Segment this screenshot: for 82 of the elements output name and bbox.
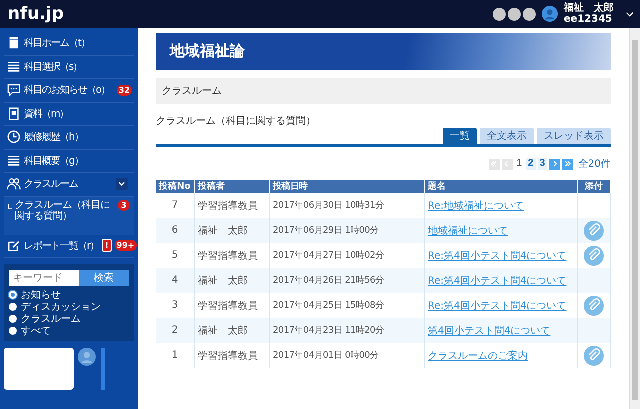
chat-icon bbox=[7, 83, 21, 98]
count-badge: 99+ bbox=[114, 240, 137, 252]
next-page-button[interactable] bbox=[549, 158, 560, 170]
sidebar-item[interactable]: レポート一覧（r） ! 99+ bbox=[4, 234, 134, 258]
paperclip-icon[interactable] bbox=[584, 346, 604, 366]
count-badge: 3 bbox=[118, 200, 130, 210]
site-logo: nfu.jp bbox=[8, 4, 64, 24]
sidebar-item[interactable]: 科目のお知らせ（o） 32 bbox=[4, 79, 134, 102]
table-cell: 4 bbox=[156, 268, 194, 293]
page-link[interactable]: 1 bbox=[514, 158, 524, 170]
sidebar-subitem[interactable]: クラスルーム（科目に関する質問） 3 bbox=[4, 196, 134, 234]
clock-icon bbox=[7, 130, 21, 144]
avatar-icon[interactable] bbox=[542, 6, 558, 22]
column-header: 投稿No bbox=[156, 180, 194, 193]
circle-icon[interactable] bbox=[523, 8, 536, 20]
list-icon bbox=[7, 60, 21, 74]
post-title-link[interactable]: Re:第4回小テスト問4について bbox=[428, 300, 567, 312]
tab[interactable]: 全文表示 bbox=[480, 128, 534, 144]
scroll-handle[interactable] bbox=[101, 348, 105, 390]
paperclip-icon[interactable] bbox=[584, 246, 604, 266]
table-cell: 福祉 太郎 bbox=[194, 218, 270, 243]
table-cell: 2017年04月23日 11時20分 bbox=[270, 318, 424, 343]
column-header: 添付 bbox=[578, 180, 610, 193]
avatar-icon bbox=[78, 348, 96, 366]
page-link[interactable]: 3 bbox=[538, 158, 548, 170]
page-link[interactable]: 2 bbox=[526, 158, 536, 170]
table-cell: 2 bbox=[156, 318, 194, 343]
table-cell: 福祉 太郎 bbox=[194, 318, 270, 343]
radio-label: ディスカッション bbox=[21, 301, 101, 314]
radio-label: お知らせ bbox=[21, 289, 61, 302]
chevron-icon bbox=[490, 160, 498, 168]
table-cell: 6 bbox=[156, 218, 194, 243]
speech-bubble bbox=[4, 348, 74, 390]
sidebar-item[interactable]: 科目選択（s） bbox=[4, 56, 134, 79]
radio-button[interactable] bbox=[9, 315, 17, 323]
sidebar-item[interactable]: 資料（m） bbox=[4, 102, 134, 126]
circle-icon[interactable] bbox=[508, 8, 521, 20]
radio-label: クラスルーム bbox=[21, 313, 81, 326]
table-cell: 2017年04月26日 21時56分 bbox=[270, 268, 424, 293]
column-header: 題名 bbox=[424, 180, 578, 193]
column-header: 投稿者 bbox=[194, 180, 270, 193]
section-title: クラスルーム bbox=[162, 85, 222, 98]
radio-button[interactable] bbox=[9, 327, 17, 335]
table-cell: 2017年04月01日 0時00分 bbox=[270, 343, 424, 368]
sidebar-item[interactable]: 科目ホーム（t） bbox=[4, 32, 134, 56]
list-icon bbox=[7, 154, 21, 168]
tab[interactable]: スレッド表示 bbox=[537, 128, 611, 144]
document-icon bbox=[7, 106, 21, 121]
post-title-link[interactable]: クラスルームのご案内 bbox=[428, 350, 528, 362]
paperclip-icon[interactable] bbox=[584, 296, 604, 316]
table-cell: 1 bbox=[156, 343, 194, 368]
tab[interactable]: 一覧 bbox=[443, 128, 477, 144]
corner-icon bbox=[8, 204, 12, 210]
count-badge: 32 bbox=[116, 84, 132, 96]
course-title: 地域福祉論 bbox=[170, 42, 245, 61]
user-name: 福祉 太郎 bbox=[564, 3, 614, 14]
radio-button[interactable] bbox=[9, 291, 17, 299]
search-button[interactable]: 検索 bbox=[79, 270, 129, 286]
total-count: 全20件 bbox=[578, 158, 611, 171]
chevron-icon bbox=[564, 160, 572, 168]
sidebar-item[interactable]: 履修履歴（h） bbox=[4, 126, 134, 150]
post-title-link[interactable]: Re:地域福祉について bbox=[428, 200, 524, 212]
user-id: ee12345 bbox=[564, 14, 614, 25]
table-cell: 2017年06月29日 1時00分 bbox=[270, 218, 424, 243]
radio-label: すべて bbox=[21, 325, 51, 338]
keyword-field[interactable]: キーワード bbox=[9, 270, 79, 286]
last-page-button[interactable] bbox=[562, 158, 574, 170]
book-icon bbox=[7, 36, 21, 50]
page-heading: クラスルーム（科目に関する質問） bbox=[156, 114, 317, 128]
chevron-icon[interactable] bbox=[116, 178, 128, 190]
sidebar-item[interactable]: 科目概要（g） bbox=[4, 150, 134, 173]
caret-icon[interactable] bbox=[626, 12, 634, 16]
table-cell: 福祉 太郎 bbox=[194, 268, 270, 293]
radio-button[interactable] bbox=[9, 303, 17, 311]
paperclip-icon[interactable] bbox=[584, 220, 604, 240]
pencil-icon bbox=[7, 238, 21, 253]
table-cell: 学習指導教員 bbox=[194, 343, 270, 368]
column-header: 投稿日時 bbox=[270, 180, 424, 193]
post-title-link[interactable]: Re:第4回小テスト問4について bbox=[428, 250, 567, 262]
alert-badge: ! bbox=[102, 239, 112, 252]
people-icon bbox=[7, 177, 21, 192]
circle-icon[interactable] bbox=[493, 8, 506, 20]
